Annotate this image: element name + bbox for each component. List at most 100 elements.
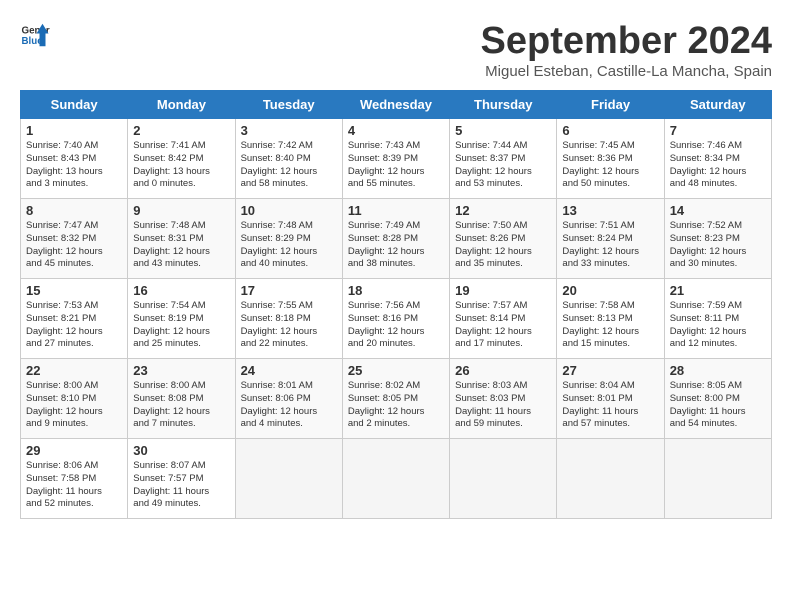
table-row: 25 Sunrise: 8:02 AM Sunset: 8:05 PM Dayli… — [342, 359, 449, 439]
table-row: 14 Sunrise: 7:52 AM Sunset: 8:23 PM Dayli… — [664, 199, 771, 279]
day-info: Sunrise: 8:00 AM Sunset: 8:08 PM Dayligh… — [133, 380, 229, 431]
table-row: 29 Sunrise: 8:06 AM Sunset: 7:58 PM Dayli… — [21, 439, 128, 519]
table-row — [557, 439, 664, 519]
table-row: 18 Sunrise: 7:56 AM Sunset: 8:16 PM Dayli… — [342, 279, 449, 359]
day-number: 21 — [670, 283, 766, 298]
day-number: 19 — [455, 283, 551, 298]
table-row: 10Sunrise: 7:48 AM Sunset: 8:29 PM Dayli… — [235, 199, 342, 279]
day-info: Sunrise: 7:46 AM Sunset: 8:34 PM Dayligh… — [670, 140, 766, 191]
day-info: Sunrise: 7:58 AM Sunset: 8:13 PM Dayligh… — [562, 300, 658, 351]
page-header: General Blue September 2024 Miguel Esteb… — [20, 20, 772, 80]
table-row: 22 Sunrise: 8:00 AM Sunset: 8:10 PM Dayli… — [21, 359, 128, 439]
day-number: 1 — [26, 123, 122, 138]
day-info: Sunrise: 8:00 AM Sunset: 8:10 PM Dayligh… — [26, 380, 122, 431]
day-info: Sunrise: 7:49 AM Sunset: 8:28 PM Dayligh… — [348, 220, 444, 271]
table-row: 12 Sunrise: 7:50 AM Sunset: 8:26 PM Dayli… — [450, 199, 557, 279]
day-info: Sunrise: 8:04 AM Sunset: 8:01 PM Dayligh… — [562, 380, 658, 431]
day-number: 11 — [348, 203, 444, 218]
day-number: 5 — [455, 123, 551, 138]
table-row: 4Sunrise: 7:43 AM Sunset: 8:39 PM Daylig… — [342, 119, 449, 199]
table-row: 23 Sunrise: 8:00 AM Sunset: 8:08 PM Dayli… — [128, 359, 235, 439]
day-info: Sunrise: 7:55 AM Sunset: 8:18 PM Dayligh… — [241, 300, 337, 351]
day-number: 23 — [133, 363, 229, 378]
table-row: 16 Sunrise: 7:54 AM Sunset: 8:19 PM Dayli… — [128, 279, 235, 359]
table-row: 7 Sunrise: 7:46 AM Sunset: 8:34 PM Daylig… — [664, 119, 771, 199]
day-number: 20 — [562, 283, 658, 298]
day-number: 6 — [562, 123, 658, 138]
day-number: 16 — [133, 283, 229, 298]
day-number: 24 — [241, 363, 337, 378]
day-number: 29 — [26, 443, 122, 458]
day-info: Sunrise: 7:44 AM Sunset: 8:37 PM Dayligh… — [455, 140, 551, 191]
day-info: Sunrise: 7:59 AM Sunset: 8:11 PM Dayligh… — [670, 300, 766, 351]
day-number: 12 — [455, 203, 551, 218]
day-info: Sunrise: 7:54 AM Sunset: 8:19 PM Dayligh… — [133, 300, 229, 351]
table-row: 11 Sunrise: 7:49 AM Sunset: 8:28 PM Dayli… — [342, 199, 449, 279]
table-row — [450, 439, 557, 519]
day-info: Sunrise: 7:50 AM Sunset: 8:26 PM Dayligh… — [455, 220, 551, 271]
day-info: Sunrise: 7:48 AM Sunset: 8:29 PM Dayligh… — [241, 220, 337, 271]
table-row: 3 Sunrise: 7:42 AM Sunset: 8:40 PM Daylig… — [235, 119, 342, 199]
day-number: 13 — [562, 203, 658, 218]
header-row: Sunday Monday Tuesday Wednesday Thursday… — [21, 91, 772, 119]
day-info: Sunrise: 7:41 AM Sunset: 8:42 PM Dayligh… — [133, 140, 229, 191]
day-number: 15 — [26, 283, 122, 298]
day-number: 8 — [26, 203, 122, 218]
logo: General Blue — [20, 20, 50, 50]
table-row: 13 Sunrise: 7:51 AM Sunset: 8:24 PM Dayli… — [557, 199, 664, 279]
day-info: Sunrise: 8:02 AM Sunset: 8:05 PM Dayligh… — [348, 380, 444, 431]
day-info: Sunrise: 8:06 AM Sunset: 7:58 PM Dayligh… — [26, 460, 122, 511]
table-row: 15 Sunrise: 7:53 AM Sunset: 8:21 PM Dayli… — [21, 279, 128, 359]
calendar-title: September 2024 — [481, 20, 773, 63]
day-info: Sunrise: 7:47 AM Sunset: 8:32 PM Dayligh… — [26, 220, 122, 271]
col-sunday: Sunday — [21, 91, 128, 119]
day-info: Sunrise: 7:42 AM Sunset: 8:40 PM Dayligh… — [241, 140, 337, 191]
day-info: Sunrise: 7:52 AM Sunset: 8:23 PM Dayligh… — [670, 220, 766, 271]
logo-icon: General Blue — [20, 20, 50, 50]
calendar-week-row: 1Sunrise: 7:40 AM Sunset: 8:43 PM Daylig… — [21, 119, 772, 199]
day-number: 18 — [348, 283, 444, 298]
col-wednesday: Wednesday — [342, 91, 449, 119]
day-number: 25 — [348, 363, 444, 378]
day-info: Sunrise: 7:43 AM Sunset: 8:39 PM Dayligh… — [348, 140, 444, 191]
table-row: 20 Sunrise: 7:58 AM Sunset: 8:13 PM Dayli… — [557, 279, 664, 359]
day-number: 30 — [133, 443, 229, 458]
day-info: Sunrise: 7:51 AM Sunset: 8:24 PM Dayligh… — [562, 220, 658, 271]
table-row: 6Sunrise: 7:45 AM Sunset: 8:36 PM Daylig… — [557, 119, 664, 199]
day-number: 14 — [670, 203, 766, 218]
col-saturday: Saturday — [664, 91, 771, 119]
day-number: 3 — [241, 123, 337, 138]
table-row — [342, 439, 449, 519]
day-number: 22 — [26, 363, 122, 378]
col-tuesday: Tuesday — [235, 91, 342, 119]
day-info: Sunrise: 7:56 AM Sunset: 8:16 PM Dayligh… — [348, 300, 444, 351]
table-row: 24 Sunrise: 8:01 AM Sunset: 8:06 PM Dayli… — [235, 359, 342, 439]
day-number: 2 — [133, 123, 229, 138]
col-monday: Monday — [128, 91, 235, 119]
day-number: 17 — [241, 283, 337, 298]
day-info: Sunrise: 8:05 AM Sunset: 8:00 PM Dayligh… — [670, 380, 766, 431]
title-section: September 2024 Miguel Esteban, Castille-… — [481, 20, 773, 80]
calendar-week-row: 22 Sunrise: 8:00 AM Sunset: 8:10 PM Dayli… — [21, 359, 772, 439]
day-number: 26 — [455, 363, 551, 378]
table-row: 5 Sunrise: 7:44 AM Sunset: 8:37 PM Daylig… — [450, 119, 557, 199]
table-row: 30 Sunrise: 8:07 AM Sunset: 7:57 PM Dayli… — [128, 439, 235, 519]
table-row: 26 Sunrise: 8:03 AM Sunset: 8:03 PM Dayli… — [450, 359, 557, 439]
col-friday: Friday — [557, 91, 664, 119]
day-number: 28 — [670, 363, 766, 378]
table-row: 17 Sunrise: 7:55 AM Sunset: 8:18 PM Dayli… — [235, 279, 342, 359]
day-info: Sunrise: 7:53 AM Sunset: 8:21 PM Dayligh… — [26, 300, 122, 351]
table-row: 21 Sunrise: 7:59 AM Sunset: 8:11 PM Dayli… — [664, 279, 771, 359]
calendar-week-row: 15 Sunrise: 7:53 AM Sunset: 8:21 PM Dayli… — [21, 279, 772, 359]
day-info: Sunrise: 7:48 AM Sunset: 8:31 PM Dayligh… — [133, 220, 229, 271]
calendar-week-row: 29 Sunrise: 8:06 AM Sunset: 7:58 PM Dayli… — [21, 439, 772, 519]
table-row: 28 Sunrise: 8:05 AM Sunset: 8:00 PM Dayli… — [664, 359, 771, 439]
day-number: 9 — [133, 203, 229, 218]
calendar-table: Sunday Monday Tuesday Wednesday Thursday… — [20, 90, 772, 519]
day-number: 7 — [670, 123, 766, 138]
day-number: 27 — [562, 363, 658, 378]
day-info: Sunrise: 8:01 AM Sunset: 8:06 PM Dayligh… — [241, 380, 337, 431]
day-info: Sunrise: 8:03 AM Sunset: 8:03 PM Dayligh… — [455, 380, 551, 431]
table-row: 1Sunrise: 7:40 AM Sunset: 8:43 PM Daylig… — [21, 119, 128, 199]
day-info: Sunrise: 8:07 AM Sunset: 7:57 PM Dayligh… — [133, 460, 229, 511]
